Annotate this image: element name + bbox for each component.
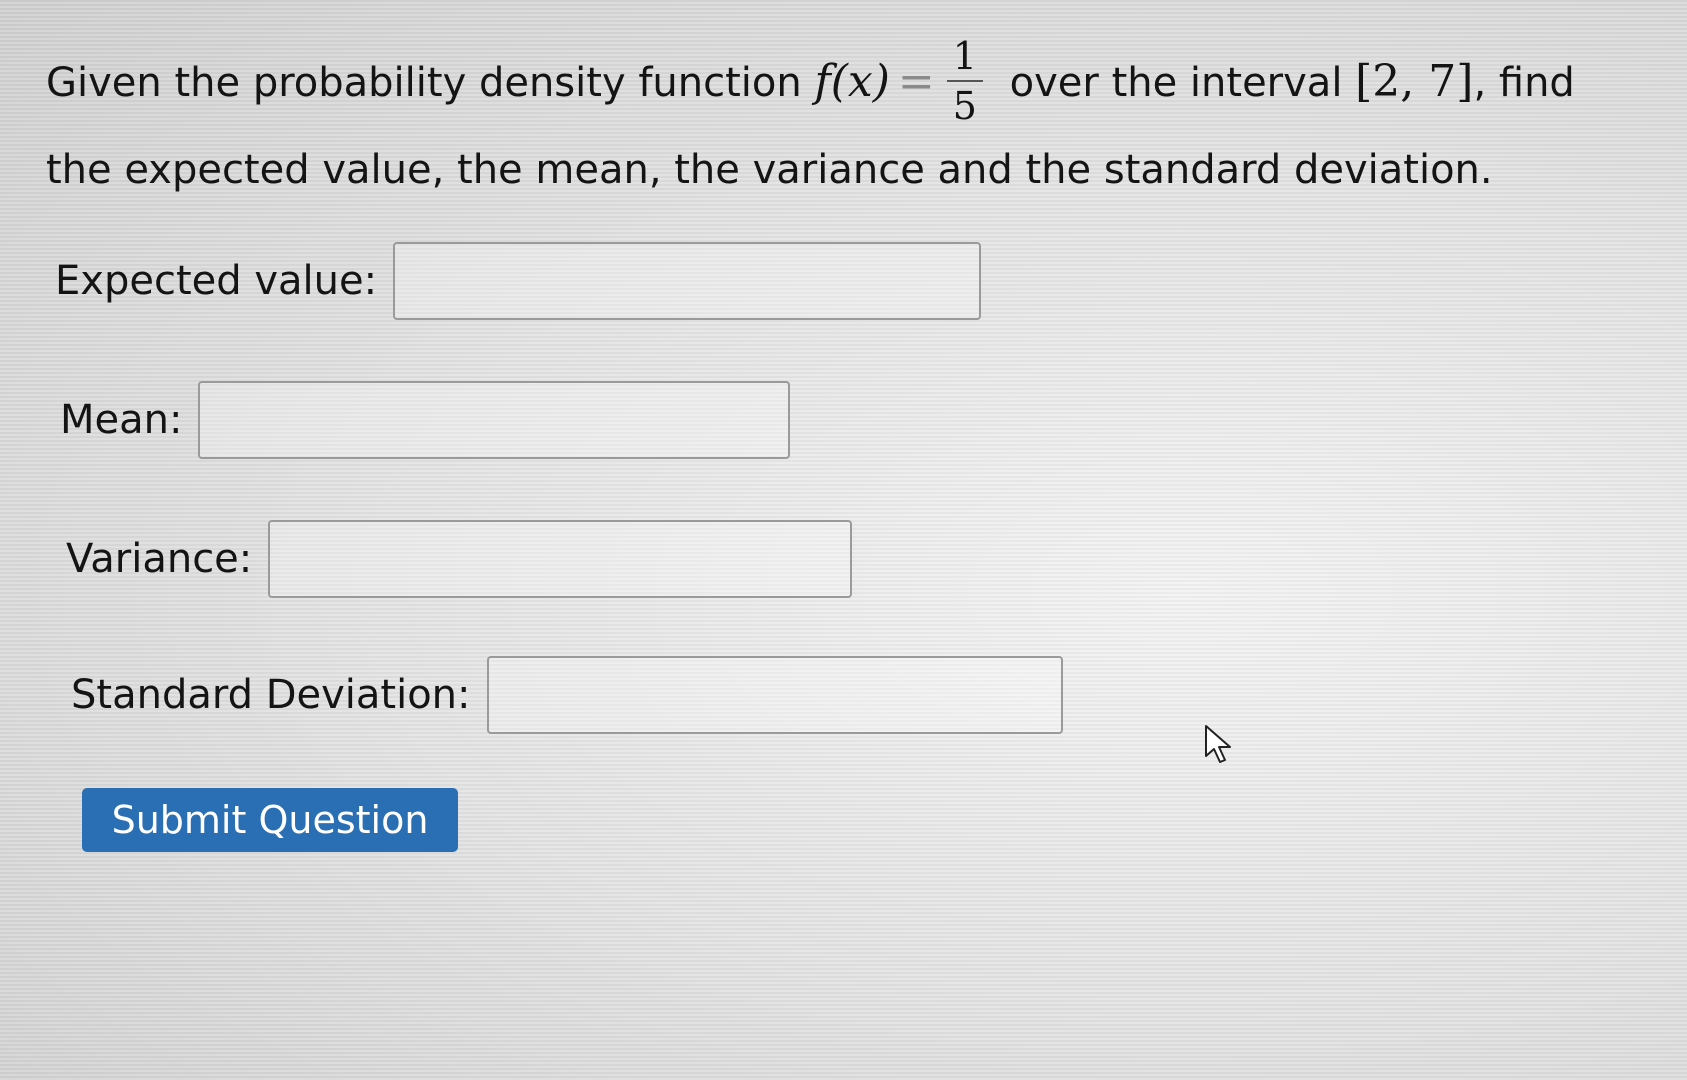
mouse-pointer-icon <box>1205 725 1231 763</box>
mean-row: Mean: <box>60 381 791 459</box>
interval: [2, 7] <box>1355 56 1474 107</box>
question-text: Given the probability density function f… <box>46 34 1646 208</box>
standard-deviation-label: Standard Deviation: <box>71 672 471 718</box>
pdf-function: f(x) = <box>814 56 935 107</box>
mean-input[interactable] <box>198 381 791 459</box>
expected-value-row: Expected value: <box>55 242 982 320</box>
fraction-denominator: 5 <box>952 84 977 128</box>
question-middle: over the interval <box>996 60 1356 106</box>
variance-row: Variance: <box>66 520 853 598</box>
question-intro: Given the probability density function <box>46 60 815 106</box>
fraction-numerator: 1 <box>946 34 983 82</box>
variance-label: Variance: <box>66 536 253 582</box>
submit-question-button[interactable]: Submit Question <box>82 788 458 852</box>
expected-value-input[interactable] <box>393 242 982 320</box>
mean-label: Mean: <box>60 397 183 443</box>
standard-deviation-input[interactable] <box>486 656 1063 734</box>
standard-deviation-row: Standard Deviation: <box>71 656 1063 734</box>
variance-input[interactable] <box>268 520 853 598</box>
pdf-fraction: 15 <box>946 34 983 128</box>
expected-value-label: Expected value: <box>55 258 378 304</box>
